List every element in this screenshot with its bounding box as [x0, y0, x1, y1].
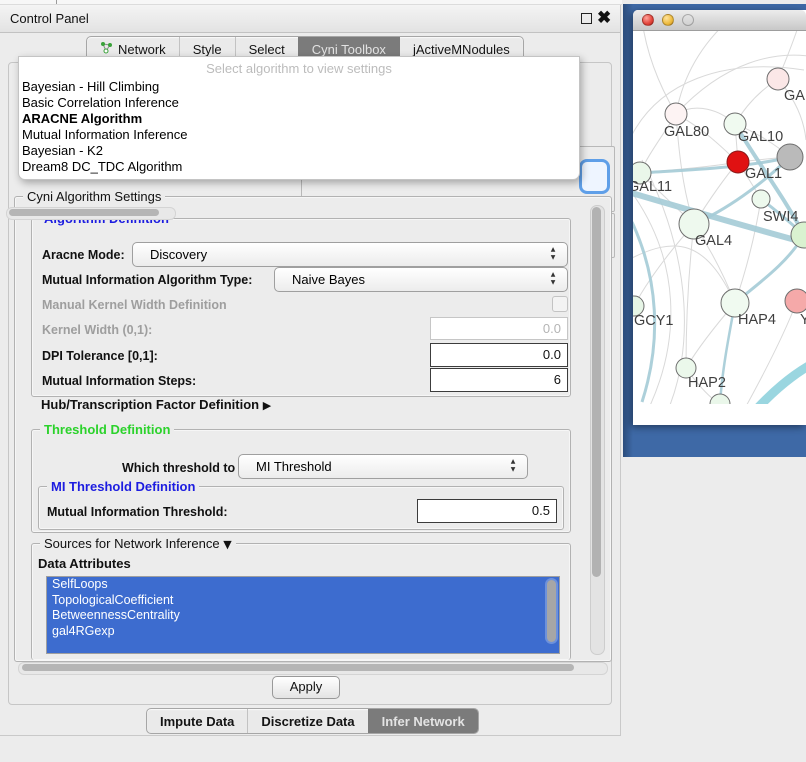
table-horizontal-scrollbar[interactable] — [6, 207, 176, 220]
control-panel-title: Control Panel — [10, 11, 89, 26]
algorithm-dropdown-placeholder: Select algorithm to view settings — [19, 61, 579, 76]
collapse-down-icon: ▼ — [223, 538, 231, 551]
node-label-gal80: GAL80 — [664, 124, 709, 140]
expand-right-icon: ▶ — [263, 399, 271, 412]
node-label-gal10: GAL10 — [738, 129, 783, 145]
kernel-width-field[interactable]: 0.0 — [430, 317, 568, 340]
apply-button[interactable]: Apply — [272, 676, 340, 699]
mi-threshold-field[interactable]: 0.5 — [417, 499, 557, 523]
tab-label: Discretize Data — [261, 714, 354, 729]
node-label-gal: GAL — [784, 88, 806, 104]
node-label-hap2: HAP2 — [688, 375, 726, 391]
mi-algorithm-type-value: Naive Bayes — [292, 268, 365, 291]
mi-threshold-definition-title: MI Threshold Definition — [47, 479, 199, 494]
kernel-width-label: Kernel Width (0,1): — [42, 323, 152, 337]
zoom-traffic-light-icon[interactable] — [682, 14, 694, 26]
settings-vertical-scrollbar[interactable] — [590, 205, 605, 655]
tab-infer-network[interactable]: Infer Network — [368, 709, 478, 733]
algorithm-item-dream8-dc-tdc-algorithm[interactable]: Dream8 DC_TDC Algorithm — [22, 159, 576, 175]
cyni-algorithm-settings-group: Cyni Algorithm Settings Algorithm Defini… — [14, 196, 612, 662]
dpi-tolerance-label: DPI Tolerance [0,1]: — [42, 349, 158, 363]
algorithm-item-basic-correlation-inference[interactable]: Basic Correlation Inference — [22, 95, 576, 111]
algorithm-definition-group: Algorithm Definition Aracne Mode: Discov… — [31, 218, 571, 397]
node-label-swi4: SWI4 — [763, 209, 798, 225]
attribute-item-selfloops[interactable]: SelfLoops — [47, 577, 559, 593]
mi-algorithm-type-label: Mutual Information Algorithm Type: — [42, 273, 252, 287]
attribute-item-gal4rgexp[interactable]: gal4RGexp — [47, 624, 559, 640]
tab-label: Network — [118, 42, 166, 57]
threshold-definition-title: Threshold Definition — [40, 422, 174, 437]
control-panel-titlebar: Control Panel ✖ — [0, 5, 620, 33]
combo-stepper-icon: ▲▼ — [508, 458, 518, 474]
aracne-mode-combo[interactable]: Discovery ▲▼ — [132, 242, 568, 267]
cyni-algorithm-settings-title: Cyni Algorithm Settings — [23, 189, 165, 204]
algorithm-dropdown-popup: Select algorithm to view settings Bayesi… — [18, 56, 580, 180]
node-mid-green[interactable] — [752, 190, 770, 208]
manual-kernel-width-label: Manual Kernel Width Definition — [42, 298, 227, 312]
node-pink-right[interactable] — [785, 289, 806, 313]
mi-steps-label: Mutual Information Steps: — [42, 374, 196, 388]
node-label-gcy1: GCY1 — [634, 313, 674, 329]
tab-label: Select — [249, 42, 285, 57]
obscured-focused-combo-fragment — [579, 159, 610, 194]
threshold-definition-group: Threshold Definition Which threshold to … — [31, 429, 571, 533]
mi-threshold-label: Mutual Information Threshold: — [47, 505, 228, 519]
network-canvas[interactable]: GAL GAL80 GAL10 GAL1 GAL11 SWI4 GAL4 GCY1 HAP4 Y H… — [633, 10, 806, 409]
node-label-gal4: GAL4 — [695, 233, 732, 249]
aracne-mode-value: Discovery — [150, 243, 207, 266]
sources-group: Sources for Network Inference ▼ Data Att… — [31, 543, 571, 660]
control-panel-window: Control Panel ✖ Network Style Select Cyni T… — [0, 5, 621, 736]
tab-discretize-data[interactable]: Discretize Data — [247, 709, 367, 733]
algorithm-item-aracne-algorithm[interactable]: ARACNE Algorithm — [22, 111, 576, 127]
tab-label: jActiveMNodules — [413, 42, 510, 57]
float-window-icon[interactable] — [581, 13, 592, 24]
tab-label: Infer Network — [382, 714, 465, 729]
list-scrollbar[interactable] — [547, 580, 556, 642]
dpi-tolerance-field[interactable]: 0.0 — [430, 343, 568, 367]
algorithm-list: Bayesian - Hill ClimbingBasic Correlatio… — [22, 79, 576, 175]
combo-stepper-icon: ▲▼ — [548, 271, 558, 287]
mi-threshold-definition-group: MI Threshold Definition Mutual Informati… — [38, 486, 564, 530]
tab-label: Cyni Toolbox — [312, 42, 386, 57]
aracne-mode-label: Aracne Mode: — [42, 248, 125, 262]
minimize-traffic-light-icon[interactable] — [662, 14, 674, 26]
node-label-hap4: HAP4 — [738, 312, 776, 328]
sources-title[interactable]: Sources for Network Inference ▼ — [40, 536, 236, 551]
data-attributes-label: Data Attributes — [38, 556, 131, 571]
manual-kernel-width-checkbox[interactable] — [552, 296, 568, 312]
screenshot-root: Control Panel ✖ Network Style Select Cyni T… — [0, 0, 806, 762]
close-traffic-light-icon[interactable] — [642, 14, 654, 26]
algorithm-item-bayesian-k2[interactable]: Bayesian - K2 — [22, 143, 576, 159]
network-window-titlebar — [633, 10, 806, 31]
attribute-item-topologicalcoefficient[interactable]: TopologicalCoefficient — [47, 593, 559, 609]
node-label-gal1: GAL1 — [745, 166, 782, 182]
tab-impute-data[interactable]: Impute Data — [147, 709, 247, 733]
sources-title-text: Sources for Network Inference — [44, 536, 220, 551]
combo-stepper-icon: ▲▼ — [548, 246, 558, 262]
network-icon — [100, 41, 113, 57]
attribute-item-betweennesscentrality[interactable]: BetweennessCentrality — [47, 608, 559, 624]
close-window-icon[interactable]: ✖ — [597, 7, 611, 29]
tab-label: Style — [193, 42, 222, 57]
mi-steps-field[interactable]: 6 — [430, 368, 568, 392]
algorithm-item-mutual-information-inference[interactable]: Mutual Information Inference — [22, 127, 576, 143]
cyni-mode-tabs: Impute Data Discretize Data Infer Network — [146, 708, 479, 734]
hub-transcription-factor-label: Hub/Transcription Factor Definition — [41, 397, 259, 412]
mi-algorithm-type-combo[interactable]: Naive Bayes ▲▼ — [274, 267, 568, 292]
which-threshold-combo[interactable]: MI Threshold ▲▼ — [238, 454, 528, 479]
tab-label: Impute Data — [160, 714, 234, 729]
hub-transcription-factor-toggle[interactable]: Hub/Transcription Factor Definition ▶ — [41, 397, 271, 412]
data-attributes-list[interactable]: SelfLoopsTopologicalCoefficientBetweenne… — [46, 576, 560, 654]
node-bottom-partial[interactable] — [710, 394, 730, 404]
node-label-y: Y — [800, 312, 806, 328]
node-label-gal11: GAL11 — [633, 179, 672, 195]
algorithm-item-bayesian-hill-climbing[interactable]: Bayesian - Hill Climbing — [22, 79, 576, 95]
which-threshold-value: MI Threshold — [256, 455, 332, 478]
panel-horizontal-scrollbar[interactable] — [18, 662, 608, 675]
node-gal-right[interactable] — [767, 68, 789, 90]
node-gal80[interactable] — [665, 103, 687, 125]
network-view-window: GAL GAL80 GAL10 GAL1 GAL11 SWI4 GAL4 GCY1 HAP4 Y H… — [633, 10, 806, 425]
